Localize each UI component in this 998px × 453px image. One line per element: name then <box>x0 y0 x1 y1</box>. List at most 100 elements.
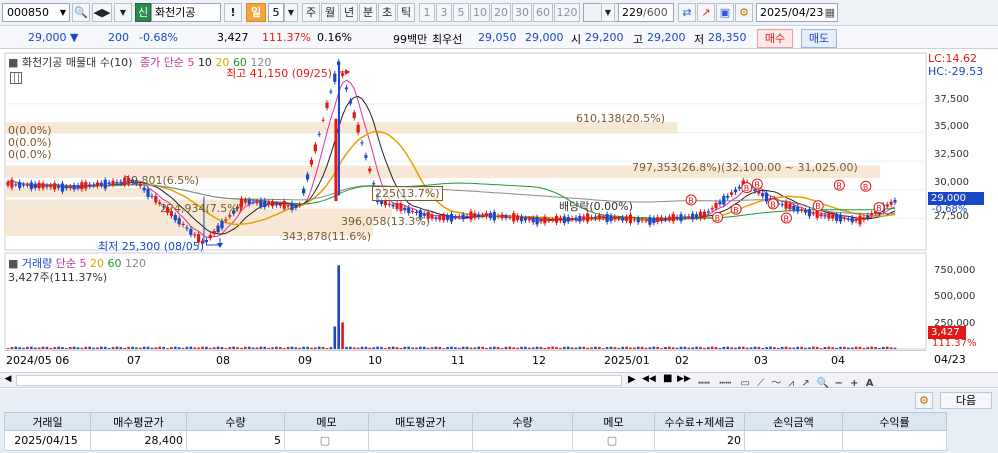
interval-60-button[interactable]: 60 <box>533 3 553 22</box>
interval-120-button[interactable]: 120 <box>554 3 580 22</box>
date-input[interactable]: 2025/04/23 ▦ <box>756 3 838 22</box>
rect-tool-icon[interactable]: ▭ <box>740 378 749 389</box>
save-icon[interactable]: ▣ <box>716 3 734 22</box>
next-button[interactable]: 다음 <box>940 392 992 409</box>
interval-20-button[interactable]: 20 <box>491 3 511 22</box>
cell-return[interactable] <box>842 430 947 451</box>
cell-pnl[interactable] <box>744 430 843 451</box>
period-minute-button[interactable]: 분 <box>359 3 377 22</box>
candle-body <box>566 216 570 222</box>
settings-gear-icon[interactable]: ⚙ <box>915 392 933 409</box>
interval-30-button[interactable]: 30 <box>512 3 532 22</box>
candle-body <box>519 216 524 222</box>
interval-10-button[interactable]: 10 <box>470 3 490 22</box>
candle-body <box>438 216 442 220</box>
calendar-icon[interactable]: ▦ <box>825 4 835 21</box>
volume-bar <box>862 347 866 349</box>
period-second-button[interactable]: 초 <box>378 3 396 22</box>
volume-bar <box>804 347 807 349</box>
volume-bar <box>177 347 181 349</box>
zigzag-tool-icon[interactable]: ⩘ <box>788 378 794 389</box>
volume-bar <box>259 346 263 349</box>
channel-tool-icon[interactable]: ┅┅ <box>719 378 731 389</box>
grid-toggle-icon[interactable] <box>10 72 22 84</box>
alert-button[interactable]: ! <box>224 3 242 22</box>
cell-sell-avg[interactable] <box>368 430 473 451</box>
interval-3-button[interactable]: 3 <box>436 3 452 22</box>
wave-tool-icon[interactable]: 〜 <box>771 378 781 389</box>
volume-bar <box>613 347 617 349</box>
volume-bar <box>403 346 407 349</box>
cell-buy-qty[interactable]: 5 <box>186 430 285 451</box>
search-icon[interactable]: 🔍 <box>72 3 90 22</box>
chart-switch-icon[interactable]: ⇄ <box>678 3 696 22</box>
cell-sell-qty[interactable] <box>472 430 573 451</box>
volume-bar <box>45 346 49 349</box>
zoom-icon[interactable]: 🔍 <box>817 378 829 389</box>
font-size-icon[interactable]: A <box>866 378 874 389</box>
volume-bar <box>232 346 235 349</box>
table-row[interactable]: 2025/04/15 28,400 5 ▢ ▢ 20 <box>4 430 947 451</box>
volume-bar <box>788 347 792 349</box>
memo-icon[interactable]: ▢ <box>320 434 330 447</box>
candle-body <box>274 203 279 206</box>
interval-1-button[interactable]: 1 <box>419 3 435 22</box>
stock-list-dropdown[interactable]: ▼ <box>114 3 132 22</box>
interval-5-button[interactable]: 5 <box>453 3 469 22</box>
period-month-button[interactable]: 월 <box>321 3 339 22</box>
chart-scrollbar[interactable]: ◀ ▶ ◀◀ ■ ▶▶ ┅┅ ┅┅ ▭ ⟋ 〜 ⩘ ↗ 🔍 − + A <box>0 372 998 389</box>
chart-canvas[interactable]: BBBB BBBBB BB <box>0 50 998 372</box>
interval-dropdown[interactable]: ▼ <box>601 3 615 22</box>
volume-bar <box>601 348 605 349</box>
sell-button[interactable]: 매도 <box>801 29 837 48</box>
scroll-left-button[interactable]: ◀ <box>2 374 14 386</box>
x-tick: 12 <box>532 354 546 367</box>
speaker-icon[interactable]: ◀▶ <box>92 3 112 22</box>
candle-body <box>640 219 644 221</box>
stock-code-input[interactable]: 000850 ▼ <box>2 3 70 22</box>
stock-chart[interactable]: BBBBBBBBBBB ■ 화천기공 매물대 수(10) 종가 단순 5 10 … <box>0 50 998 372</box>
price-axis-tick: 37,500 <box>934 94 969 105</box>
chart-tools-strip[interactable]: ┅┅ ┅┅ ▭ ⟋ 〜 ⩘ ↗ 🔍 − + A <box>698 374 998 389</box>
rise-tool-icon[interactable]: ↗ <box>801 378 809 389</box>
scroll-track[interactable] <box>16 375 622 386</box>
cell-trade-date[interactable]: 2025/04/15 <box>4 430 91 451</box>
volume-bar <box>10 346 14 349</box>
volume-bar <box>430 347 434 349</box>
candle-body <box>185 227 189 229</box>
cell-sell-memo[interactable]: ▢ <box>572 430 655 451</box>
cell-fee-tax[interactable]: 20 <box>654 430 745 451</box>
col-buy-qty: 수량 <box>186 412 285 431</box>
data-count-input[interactable]: 229/600 <box>618 3 674 22</box>
period-value-input[interactable]: 5 <box>268 3 284 22</box>
candle-body <box>282 201 286 209</box>
cell-buy-avg[interactable]: 28,400 <box>90 430 187 451</box>
settings-gear-icon[interactable]: ⚙ <box>735 3 753 22</box>
cell-buy-memo[interactable]: ▢ <box>284 430 369 451</box>
fast-forward-button[interactable]: ▶▶ <box>677 374 691 384</box>
stop-button[interactable]: ■ <box>663 373 672 384</box>
period-week-button[interactable]: 주 <box>302 3 320 22</box>
buy-button[interactable]: 매수 <box>757 29 793 48</box>
rewind-button[interactable]: ◀◀ <box>642 374 656 384</box>
zoom-in-icon[interactable]: + <box>850 378 858 389</box>
vp-label-8: 0(0.0%) <box>8 148 52 161</box>
volume-bar <box>765 347 768 349</box>
period-tick-button[interactable]: 틱 <box>397 3 415 22</box>
period-year-button[interactable]: 년 <box>340 3 358 22</box>
trend-tool-icon[interactable]: ⟋ <box>757 378 764 389</box>
period-day-button[interactable]: 일 <box>246 3 266 22</box>
volume-bar <box>88 346 91 349</box>
eye-icon[interactable]: ■ <box>8 56 18 69</box>
candle-body <box>372 183 376 185</box>
volume-bar <box>469 347 473 349</box>
play-button[interactable]: ▶ <box>628 374 636 385</box>
period-value-dropdown[interactable]: ▼ <box>284 3 298 22</box>
line-tool-icon[interactable]: ┅┅ <box>698 378 710 389</box>
chart-style-icon[interactable]: ↗ <box>697 3 715 22</box>
zoom-out-icon[interactable]: − <box>835 378 843 389</box>
candle-body <box>95 182 100 187</box>
memo-icon[interactable]: ▢ <box>607 434 617 447</box>
candle-body <box>694 214 699 218</box>
candle-body <box>889 201 893 205</box>
